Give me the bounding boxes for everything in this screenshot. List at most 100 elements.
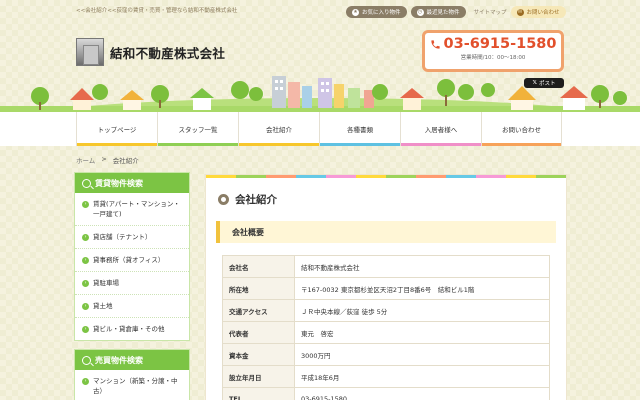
sidebar-item-label: 貸土地 (93, 302, 113, 310)
table-row-label: 会社名 (222, 255, 295, 278)
sitemap-link[interactable]: サイトマップ (474, 8, 507, 16)
x-logo-icon: 𝕏 (532, 80, 537, 86)
table-row-value: 平成18年6月 (294, 365, 550, 388)
global-nav: トップページ スタッフ一覧 会社紹介 各種書類 入居者様へ お問い合わせ (0, 112, 640, 146)
sidebar-item-label: 貸ビル・貸倉庫・その他 (93, 325, 165, 333)
sidebar-item-rental-office[interactable]: › 貸事務所（貸オフィス） (75, 249, 189, 272)
table-row-label: 所在地 (222, 277, 295, 300)
nav-label: トップページ (97, 126, 137, 134)
site-title: 結和不動産株式会社 (110, 45, 226, 61)
nav-top[interactable]: トップページ (76, 112, 157, 146)
contact-button[interactable]: ✉ お問い合わせ (510, 6, 566, 18)
sidebar-item-label: 賃貸(アパート・マンション・一戸建て) (93, 200, 180, 218)
arrow-right-icon: › (82, 256, 89, 264)
sale-search-box: 売買物件検索 › マンション（新築・分譲・中古） (74, 349, 190, 400)
rental-search-title: 賃貸物件検索 (95, 178, 143, 188)
table-row-label: 設立年月日 (222, 365, 295, 388)
page-title: 会社紹介 (218, 192, 566, 207)
table-row-value: 03-6915-1580 (294, 387, 550, 400)
nav-color-bar (239, 143, 319, 146)
table-row: 代表者 東元 啓宏 (222, 321, 550, 344)
site-logo[interactable]: 結和不動産株式会社 (76, 38, 225, 66)
favorites-button[interactable]: ★ お気に入り物件 (346, 6, 407, 18)
recent-label: 最近見た物件 (426, 10, 460, 16)
phone-icon (430, 39, 440, 49)
business-hours: 営業時間/10：00〜18:00 (460, 55, 526, 61)
favorites-label: お気に入り物件 (362, 10, 401, 16)
sidebar-item-rental-residential[interactable]: › 賃貸(アパート・マンション・一戸建て) (75, 193, 189, 226)
recent-button[interactable]: ◷ 最近見た物件 (410, 6, 466, 18)
nav-color-bar (401, 143, 481, 146)
breadcrumb-current: 会社紹介 (112, 157, 139, 165)
nav-residents[interactable]: 入居者様へ (400, 112, 481, 146)
arrow-right-icon: › (82, 200, 89, 208)
table-row-label: 代表者 (222, 321, 295, 344)
rainbow-divider (206, 175, 566, 178)
header-tagline: <<会社紹介<<荻窪の賃貸・売買・管理なら結和不動産株式会社 (76, 8, 238, 14)
breadcrumb-home[interactable]: ホーム (76, 155, 95, 165)
nav-label: 入居者様へ (424, 126, 458, 134)
search-icon (82, 178, 91, 188)
sidebar-item-label: マンション（新築・分譲・中古） (93, 377, 178, 395)
table-row: 所在地 〒167-0032 東京都杉並区天沼2丁目8番6号 結和ビル1階 (222, 277, 550, 300)
mail-icon: ✉ (516, 8, 524, 16)
nav-label: 会社紹介 (266, 126, 292, 134)
nav-documents[interactable]: 各種書類 (319, 112, 400, 146)
table-row-value: 東元 啓宏 (294, 321, 550, 344)
star-icon: ★ (352, 8, 359, 16)
nav-label: 各種書類 (347, 126, 373, 134)
phone-number: 03-6915-1580 (425, 36, 561, 52)
sidebar-item-rental-other[interactable]: › 貸ビル・貸倉庫・その他 (75, 318, 189, 340)
sidebar-item-label: 貸駐車場 (93, 279, 119, 287)
sidebar-item-rental-parking[interactable]: › 貸駐車場 (75, 272, 189, 295)
nav-staff[interactable]: スタッフ一覧 (157, 112, 238, 146)
table-row-value: 〒167-0032 東京都杉並区天沼2丁目8番6号 結和ビル1階 (294, 277, 550, 300)
nav-company[interactable]: 会社紹介 (238, 112, 319, 146)
top-links: ★ お気に入り物件 ◷ 最近見た物件 サイトマップ ✉ お問い合わせ (346, 6, 566, 18)
arrow-right-icon: › (82, 279, 89, 287)
table-row: 会社名 結和不動産株式会社 (222, 255, 550, 278)
nav-contact[interactable]: お問い合わせ (481, 112, 562, 146)
company-info-table: 会社名 結和不動産株式会社 所在地 〒167-0032 東京都杉並区天沼2丁目8番6号… (222, 255, 550, 400)
page-title-text: 会社紹介 (235, 194, 277, 206)
search-icon (82, 355, 91, 365)
nav-color-bar (158, 143, 238, 146)
table-row: 資本金 3000万円 (222, 343, 550, 366)
post-label: ポスト (538, 81, 556, 87)
site-header: <<会社紹介<<荻窪の賃貸・売買・管理なら結和不動産株式会社 ★ お気に入り物件… (0, 0, 640, 112)
table-row-value: ＪＲ中央本線／荻窪 徒歩 5分 (294, 299, 550, 322)
table-row-value: 結和不動産株式会社 (294, 255, 550, 278)
arrow-right-icon: › (82, 233, 89, 241)
sidebar-item-rental-store[interactable]: › 貸店舗（テナント） (75, 226, 189, 249)
post-button[interactable]: 𝕏 ポスト (524, 78, 564, 88)
rental-search-box: 賃貸物件検索 › 賃貸(アパート・マンション・一戸建て) › 貸店舗（テナント） ›… (74, 172, 190, 341)
phone-number-text: 03-6915-1580 (443, 36, 557, 52)
sale-search-title: 売買物件検索 (95, 355, 143, 365)
sale-search-heading: 売買物件検索 (75, 350, 189, 370)
nav-color-bar (320, 143, 400, 146)
phone-box[interactable]: 03-6915-1580 営業時間/10：00〜18:00 (422, 30, 564, 72)
sidebar: 賃貸物件検索 › 賃貸(アパート・マンション・一戸建て) › 貸店舗（テナント） ›… (74, 172, 190, 400)
clock-icon: ◷ (416, 8, 424, 16)
table-row-label: 資本金 (222, 343, 295, 366)
table-row: 設立年月日 平成18年6月 (222, 365, 550, 388)
arrow-right-icon: › (82, 377, 89, 385)
section-heading: 会社概要 (216, 221, 556, 243)
nav-label: スタッフ一覧 (178, 126, 218, 134)
contact-label: お問い合わせ (526, 10, 560, 16)
table-row: 交通アクセス ＪＲ中央本線／荻窪 徒歩 5分 (222, 299, 550, 322)
table-row-label: 交通アクセス (222, 299, 295, 322)
rental-search-heading: 賃貸物件検索 (75, 173, 189, 193)
table-row: TEL 03-6915-1580 (222, 387, 550, 400)
sidebar-item-label: 貸店舗（テナント） (93, 233, 152, 241)
table-row-label: TEL (222, 387, 295, 400)
nav-color-bar (77, 143, 157, 146)
ring-bullet-icon (218, 194, 229, 205)
sidebar-item-sale-mansion[interactable]: › マンション（新築・分譲・中古） (75, 370, 189, 400)
main-content: 会社紹介 会社概要 会社名 結和不動産株式会社 所在地 〒167-0032 東京都杉並… (206, 175, 566, 400)
arrow-right-icon: › (82, 302, 89, 310)
sidebar-item-label: 貸事務所（貸オフィス） (93, 256, 165, 264)
sidebar-item-rental-land[interactable]: › 貸土地 (75, 295, 189, 318)
nav-label: お問い合わせ (502, 126, 541, 134)
building-photo (76, 38, 104, 66)
